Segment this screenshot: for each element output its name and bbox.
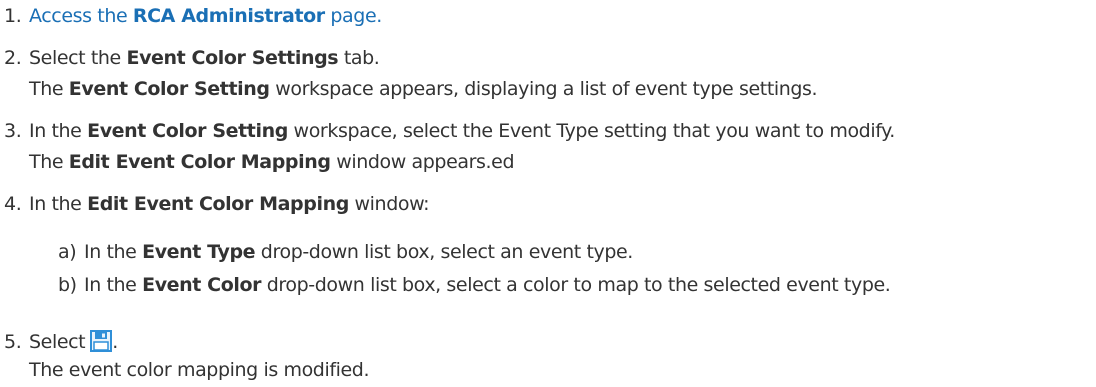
instruction-suffix: tab. <box>338 47 380 69</box>
substep-prefix: In the <box>84 241 143 263</box>
result-suffix: workspace appears, displaying a list of … <box>269 78 818 100</box>
substep-b: b) In the Event Color drop-down list box,… <box>58 273 891 298</box>
procedure-steps: 1. Access the RCA Administrator page. 2.… <box>0 0 1096 387</box>
step-result: The event color mapping is modified. <box>29 359 370 381</box>
link-prefix: Access the <box>29 5 133 27</box>
result-suffix: window appears.ed <box>330 151 515 173</box>
substep-suffix: drop-down list box, select a color to ma… <box>261 274 891 296</box>
step-text: Select . The event color mapping is modi… <box>29 330 370 383</box>
instruction-prefix: Select <box>29 331 86 353</box>
instruction-bold: Edit Event Color Mapping <box>87 193 349 215</box>
rca-administrator-link[interactable]: Access the RCA Administrator page. <box>29 5 382 27</box>
step-number: 2. <box>4 47 22 69</box>
step-number: 5. <box>4 331 22 353</box>
step-number: 1. <box>4 5 22 27</box>
substep-a: a) In the Event Type drop-down list box, … <box>58 240 633 265</box>
step-instruction: Select . <box>29 330 369 355</box>
instruction-suffix: workspace, select the Event Type setting… <box>287 120 896 142</box>
result-bold: Event Color Setting <box>68 78 270 100</box>
result-prefix: The <box>29 78 69 100</box>
result-bold: Edit Event Color Mapping <box>68 151 331 173</box>
link-bold-text: RCA Administrator <box>132 5 325 27</box>
instruction-suffix: . <box>112 331 118 353</box>
substep-bold: Event Type <box>142 241 256 263</box>
instruction-prefix: Select the <box>29 47 127 69</box>
substep-label: a) <box>58 241 77 263</box>
step-instruction: In the Edit Event Color Mapping window: <box>29 192 430 217</box>
substep-prefix: In the <box>84 274 143 296</box>
instruction-prefix: In the <box>29 193 88 215</box>
step-result: The Edit Event Color Mapping window appe… <box>29 150 895 175</box>
substep-label: b) <box>58 274 77 296</box>
link-suffix: page. <box>324 5 382 27</box>
step-number: 3. <box>4 120 22 142</box>
substep-suffix: drop-down list box, select an event type… <box>255 241 634 263</box>
save-icon-graphic <box>90 330 113 352</box>
instruction-bold: Event Color Setting <box>87 120 288 142</box>
save-icon <box>90 330 113 352</box>
substep-bold: Event Color <box>142 274 262 296</box>
step-text: In the Edit Event Color Mapping window: <box>29 192 430 217</box>
step-text: Select the Event Color Settings tab. The… <box>29 46 818 102</box>
instruction-prefix: In the <box>29 120 88 142</box>
instruction-suffix: window: <box>348 193 430 215</box>
result-prefix: The <box>29 151 69 173</box>
step-text: In the Event Color Setting workspace, se… <box>29 119 895 175</box>
step-instruction: Select the Event Color Settings tab. <box>29 46 817 71</box>
instruction-bold: Event Color Settings <box>126 47 339 69</box>
step-number: 4. <box>4 193 22 215</box>
step-text: Access the RCA Administrator page. <box>29 4 382 29</box>
step-instruction: In the Event Color Setting workspace, se… <box>29 119 895 144</box>
step-result: The Event Color Setting workspace appear… <box>29 77 818 102</box>
